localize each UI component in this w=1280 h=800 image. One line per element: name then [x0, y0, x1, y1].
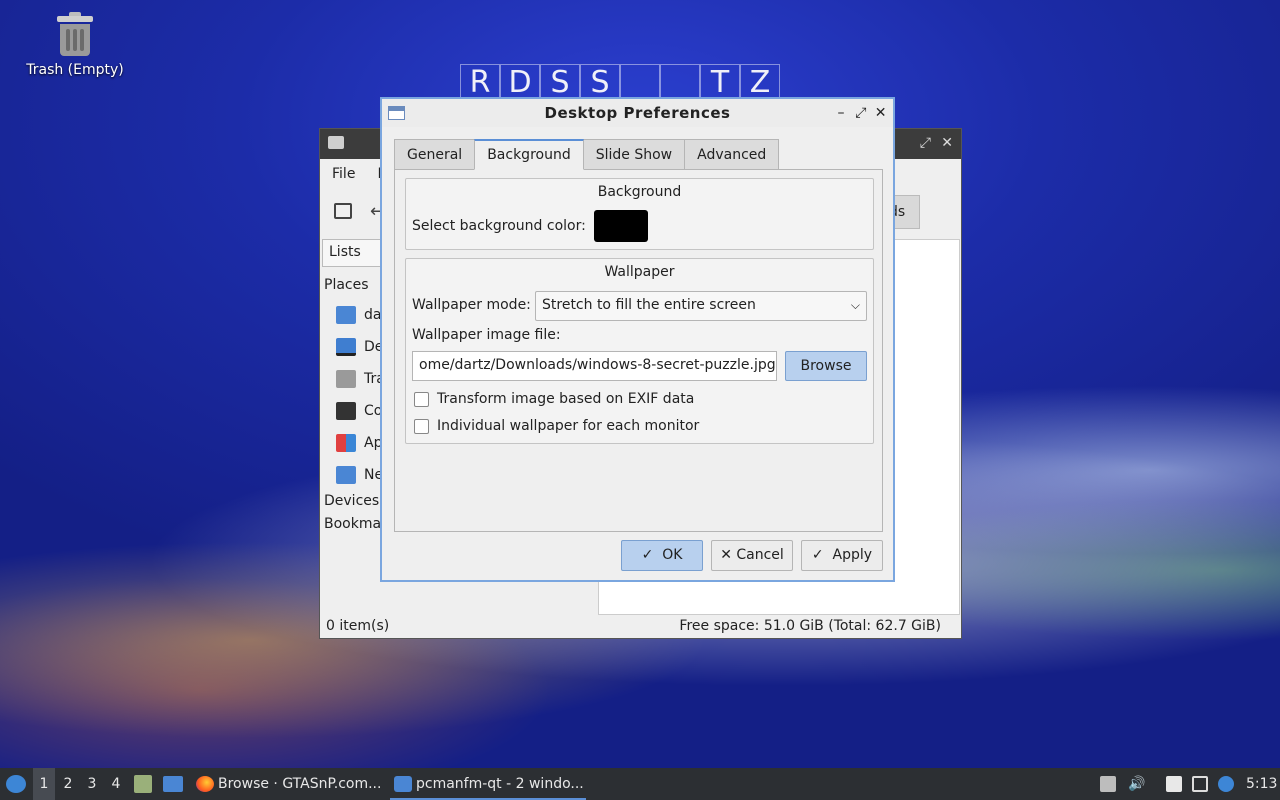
maximize-icon[interactable]: ⤢: [920, 135, 931, 151]
tab-general[interactable]: General: [394, 139, 476, 170]
trash-label: Trash (Empty): [26, 62, 124, 78]
wallpaper-mode-select[interactable]: Stretch to fill the entire screen ⌵: [535, 291, 867, 321]
trash-icon: [55, 12, 95, 58]
background-color-button[interactable]: [593, 210, 648, 242]
clipboard-icon[interactable]: [1166, 776, 1182, 792]
desktop-switch-4[interactable]: 4: [105, 768, 127, 800]
minimize-icon[interactable]: –: [838, 99, 846, 127]
task-label: Browse · GTASnP.com...: [218, 776, 382, 792]
apply-button[interactable]: ✓ Apply: [801, 540, 883, 571]
x-icon: ✕: [720, 547, 732, 563]
apply-label: Apply: [832, 547, 873, 563]
dialog-titlebar[interactable]: Desktop Preferences – ⤢ ✕: [382, 99, 893, 127]
computer-icon: [336, 402, 356, 420]
bookmarks-header: Bookmarks: [324, 516, 384, 532]
puzzle-cell: T: [700, 64, 740, 100]
maximize-icon[interactable]: ⤢: [855, 99, 867, 127]
desktop-switch-3[interactable]: 3: [81, 768, 103, 800]
wallpaper-puzzle: R D S S T Z: [460, 64, 780, 100]
item-count: 0 item(s): [326, 618, 390, 634]
wallpaper-group: Wallpaper Wallpaper mode: Stretch to fil…: [405, 258, 874, 444]
wallpaper-mode-value: Stretch to fill the entire screen: [542, 297, 756, 313]
desktop-preferences-dialog[interactable]: Desktop Preferences – ⤢ ✕ General Backgr…: [380, 97, 895, 582]
ok-label: OK: [662, 547, 683, 563]
exif-label: Transform image based on EXIF data: [437, 391, 695, 407]
cancel-label: Cancel: [736, 547, 784, 563]
home-folder-icon: [336, 306, 356, 324]
firefox-icon: [196, 776, 214, 792]
new-window-icon[interactable]: [334, 203, 352, 219]
tab-background[interactable]: Background: [474, 139, 584, 170]
check-icon: ✓: [641, 547, 654, 563]
network-icon: [336, 466, 356, 484]
dialog-title: Desktop Preferences: [544, 104, 731, 122]
folder-icon: [394, 776, 412, 792]
place-trash[interactable]: Tra: [336, 367, 386, 391]
chevron-down-icon: ⌵: [850, 298, 860, 312]
task-browser[interactable]: Browse · GTASnP.com...: [192, 768, 384, 800]
applications-icon: [336, 434, 356, 452]
check-icon: ✓: [811, 547, 824, 563]
task-pcmanfm[interactable]: pcmanfm-qt - 2 windo...: [390, 768, 586, 800]
close-icon[interactable]: ✕: [875, 99, 887, 127]
color-label: Select background color:: [412, 218, 586, 234]
wallpaper-file-label: Wallpaper image file:: [412, 327, 561, 343]
tab-bar: General Background Slide Show Advanced: [394, 139, 780, 170]
browse-button[interactable]: Browse: [785, 351, 867, 381]
place-computer[interactable]: Co: [336, 399, 386, 423]
desktop-switch-1[interactable]: 1: [33, 768, 55, 800]
color-row: Select background color:: [412, 210, 648, 242]
puzzle-cell: Z: [740, 64, 780, 100]
cancel-button[interactable]: ✕ Cancel: [711, 540, 793, 571]
puzzle-cell: [660, 64, 700, 100]
puzzle-cell: S: [580, 64, 620, 100]
fm-statusbar: 0 item(s) Free space: 51.0 GiB (Total: 6…: [320, 614, 961, 638]
place-network[interactable]: Ne: [336, 463, 386, 487]
task-label: pcmanfm-qt - 2 windo...: [416, 776, 584, 792]
side-pane-mode[interactable]: Lists: [322, 239, 388, 267]
puzzle-cell: R: [460, 64, 500, 100]
puzzle-cell: S: [540, 64, 580, 100]
wallpaper-group-title: Wallpaper: [604, 264, 675, 280]
exif-checkbox-row[interactable]: Transform image based on EXIF data: [414, 391, 694, 407]
menu-file[interactable]: File: [332, 166, 355, 182]
network-icon[interactable]: [1192, 776, 1208, 792]
volume-icon[interactable]: 🔊: [1128, 776, 1145, 792]
devices-header: Devices: [324, 493, 380, 509]
show-desktop-icon[interactable]: [163, 776, 183, 792]
close-icon[interactable]: ✕: [941, 135, 953, 151]
taskbar: 1 2 3 4 Browse · GTASnP.com... pcmanfm-q…: [0, 768, 1280, 800]
folder-icon: [328, 136, 344, 149]
clock[interactable]: 5:13: [1246, 768, 1277, 800]
place-home[interactable]: da: [336, 303, 386, 327]
per-monitor-checkbox-row[interactable]: Individual wallpaper for each monitor: [414, 418, 699, 434]
tab-advanced[interactable]: Advanced: [684, 139, 780, 170]
background-group-title: Background: [597, 184, 682, 200]
desktop-switch-2[interactable]: 2: [57, 768, 79, 800]
exif-checkbox[interactable]: [414, 391, 429, 407]
per-monitor-label: Individual wallpaper for each monitor: [437, 418, 700, 434]
eject-icon[interactable]: [1100, 776, 1116, 792]
background-group: Background Select background color:: [405, 178, 874, 250]
per-monitor-checkbox[interactable]: [414, 418, 429, 434]
start-menu-icon[interactable]: [6, 775, 26, 793]
desktop-icon: [336, 338, 356, 356]
window-icon: [388, 106, 405, 120]
tab-slide-show[interactable]: Slide Show: [582, 139, 686, 170]
free-space: Free space: 51.0 GiB (Total: 62.7 GiB): [679, 618, 941, 634]
notification-icon[interactable]: [1218, 776, 1234, 792]
wallpaper-mode-label: Wallpaper mode:: [412, 297, 531, 313]
ok-button[interactable]: ✓ OK: [621, 540, 703, 571]
place-label: da: [364, 307, 382, 323]
background-tab-panel: Background Select background color: Wall…: [394, 169, 883, 532]
desktop-trash[interactable]: Trash (Empty): [22, 12, 128, 78]
place-desktop[interactable]: De: [336, 335, 386, 359]
place-applications[interactable]: Ap: [336, 431, 386, 455]
file-manager-launcher-icon[interactable]: [134, 775, 152, 793]
places-header: Places: [324, 277, 369, 293]
puzzle-cell: [620, 64, 660, 100]
puzzle-cell: D: [500, 64, 540, 100]
wallpaper-file-input[interactable]: ome/dartz/Downloads/windows-8-secret-puz…: [412, 351, 777, 381]
trash-icon: [336, 370, 356, 388]
